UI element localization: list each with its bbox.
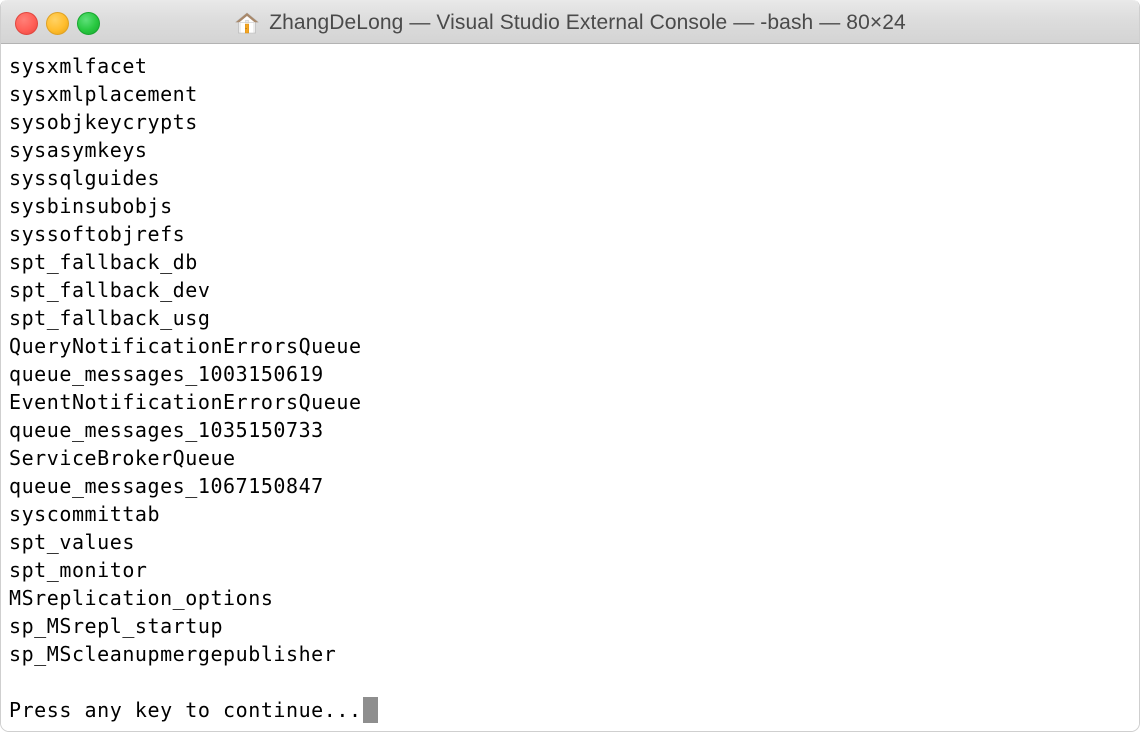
terminal-line: syssoftobjrefs (9, 222, 186, 246)
terminal-line: spt_monitor (9, 558, 148, 582)
terminal-line: sp_MScleanupmergepublisher (9, 642, 337, 666)
terminal-line: queue_messages_1067150847 (9, 474, 324, 498)
terminal-window: ZhangDeLong — Visual Studio External Con… (0, 0, 1140, 732)
terminal-line: EventNotificationErrorsQueue (9, 390, 362, 414)
terminal-line: syscommittab (9, 502, 161, 526)
terminal-prompt-text: Press any key to continue... (9, 698, 362, 722)
terminal-line: queue_messages_1003150619 (9, 362, 324, 386)
terminal-line: spt_values (9, 530, 135, 554)
terminal-prompt-line: Press any key to continue... (9, 696, 1139, 724)
terminal-line: sysobjkeycrypts (9, 110, 198, 134)
close-button[interactable] (15, 11, 38, 35)
terminal-line: QueryNotificationErrorsQueue (9, 334, 362, 358)
terminal-line: syssqlguides (9, 166, 161, 190)
terminal-line: sysxmlfacet (9, 54, 148, 78)
zoom-button[interactable] (77, 11, 100, 35)
terminal-line: sysxmlplacement (9, 82, 198, 106)
terminal-line: sysasymkeys (9, 138, 148, 162)
minimize-button[interactable] (46, 11, 69, 35)
terminal-line: spt_fallback_usg (9, 306, 211, 330)
terminal-line: sysbinsubobjs (9, 194, 173, 218)
block-cursor-icon (362, 697, 378, 723)
terminal-line: MSreplication_options (9, 586, 274, 610)
terminal-line: spt_fallback_db (9, 250, 198, 274)
window-title-block: ZhangDeLong — Visual Studio External Con… (1, 1, 1139, 45)
terminal-line: spt_fallback_dev (9, 278, 211, 302)
terminal-output-area[interactable]: sysxmlfacet sysxmlplacement sysobjkeycry… (1, 45, 1139, 731)
window-controls (15, 1, 100, 45)
terminal-line: queue_messages_1035150733 (9, 418, 324, 442)
window-title: ZhangDeLong — Visual Studio External Con… (269, 11, 906, 34)
window-titlebar[interactable]: ZhangDeLong — Visual Studio External Con… (1, 0, 1139, 44)
home-icon (235, 12, 260, 34)
terminal-line: sp_MSrepl_startup (9, 614, 224, 638)
terminal-line: ServiceBrokerQueue (9, 446, 236, 470)
